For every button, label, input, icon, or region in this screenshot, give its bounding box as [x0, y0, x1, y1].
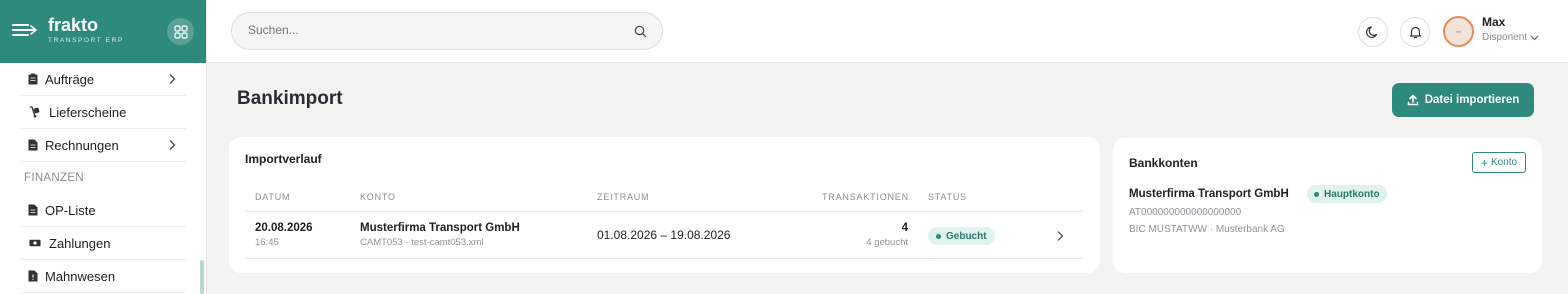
column-header-zeitraum: ZEITRAUM: [597, 192, 650, 202]
search-box: [231, 12, 663, 50]
status-badge-label: Gebucht: [946, 230, 987, 242]
sidebar-item-label: Lieferscheine: [49, 104, 127, 120]
dark-mode-button[interactable]: [1358, 17, 1388, 47]
row-date: 20.08.2026: [255, 222, 313, 234]
sidebar-item-rechnungen[interactable]: Rechnungen: [20, 129, 186, 162]
money-icon: [29, 237, 41, 249]
import-file-label: Datei importieren: [1424, 94, 1520, 106]
row-transactions: 4: [901, 222, 908, 234]
sidebar-nav: Aufträge Lieferscheine Rechnungen FINANZ…: [20, 63, 186, 293]
sidebar-item-label: OP-Liste: [45, 202, 96, 218]
column-header-status: STATUS: [928, 192, 967, 202]
sidebar-item-zahlungen[interactable]: Zahlungen: [20, 227, 186, 260]
chevron-down-icon: [1530, 35, 1539, 40]
table-row-divider: [245, 258, 1083, 259]
clipboard-icon: [27, 73, 39, 85]
chevron-right-icon[interactable]: [1056, 230, 1064, 242]
sidebar-item-label: Aufträge: [45, 71, 95, 87]
chevron-right-icon: [169, 74, 176, 84]
sidebar-item-mahnwesen[interactable]: Mahnwesen: [20, 260, 186, 293]
row-period: 01.08.2026 – 19.08.2026: [597, 228, 731, 242]
search-icon[interactable]: [634, 25, 647, 38]
sidebar-scrollbar[interactable]: [200, 260, 204, 294]
plus-icon: +: [1480, 155, 1488, 170]
account-iban: AT000000000000000000: [1129, 207, 1242, 218]
bell-icon: [1409, 26, 1421, 39]
account-name: Musterfirma Transport GmbH: [1129, 188, 1289, 200]
page-title: Bankimport: [237, 88, 343, 109]
bank-accounts-title: Bankkonten: [1129, 156, 1198, 170]
moon-icon: [1366, 26, 1378, 38]
upload-icon: [1407, 94, 1419, 106]
main-account-badge-label: Hauptkonto: [1324, 188, 1380, 200]
brand-subtitle: TRANSPORT ERP: [48, 37, 124, 44]
sidebar-section-finanzen: FINANZEN: [24, 172, 84, 184]
sidebar-item-lieferscheine[interactable]: Lieferscheine: [20, 96, 186, 129]
status-dot-icon: [936, 233, 941, 239]
document-icon: [27, 139, 39, 151]
status-badge: Gebucht: [928, 227, 995, 245]
brand-header: frakto TRANSPORT ERP: [0, 0, 206, 63]
main-account-badge: Hauptkonto: [1307, 185, 1387, 203]
import-history-card: Importverlauf DATUM KONTO ZEITRAUM TRANS…: [229, 137, 1100, 273]
notifications-button[interactable]: [1400, 17, 1430, 47]
apps-grid-button[interactable]: [167, 18, 194, 45]
add-account-label: Konto: [1490, 157, 1518, 168]
sidebar-item-op-liste[interactable]: OP-Liste: [20, 194, 186, 227]
user-name[interactable]: Max: [1482, 15, 1505, 29]
avatar-placeholder-icon: ●●: [1456, 29, 1461, 34]
row-time: 16:45: [255, 237, 279, 248]
row-account: Musterfirma Transport GmbH: [360, 222, 520, 234]
user-role-label: Disponent: [1482, 32, 1528, 43]
sidebar-item-label: Zahlungen: [49, 235, 111, 251]
bank-accounts-card: Bankkonten + Konto Musterfirma Transport…: [1113, 138, 1542, 273]
user-role[interactable]: Disponent: [1482, 32, 1539, 43]
sidebar-item-label: Rechnungen: [45, 137, 119, 153]
apps-grid-icon: [173, 24, 188, 39]
account-bic-bank: BIC MUSTATWW · Musterbank AG: [1129, 224, 1285, 235]
chevron-right-icon: [169, 140, 176, 150]
sidebar: frakto TRANSPORT ERP Aufträge Liefersche…: [0, 0, 207, 294]
dolly-icon: [29, 106, 41, 118]
menu-icon[interactable]: [12, 20, 38, 40]
column-header-konto: KONTO: [360, 192, 396, 202]
column-header-datum: DATUM: [255, 192, 291, 202]
table-header-divider: [245, 211, 1083, 212]
search-input[interactable]: [248, 23, 618, 37]
badge-dot-icon: [1314, 191, 1319, 197]
row-file: CAMT053 · test-camt053.xml: [360, 237, 484, 248]
sidebar-item-label: Mahnwesen: [45, 268, 116, 284]
import-history-title: Importverlauf: [245, 152, 322, 166]
add-account-button[interactable]: + Konto: [1472, 152, 1526, 173]
brand-name: frakto: [48, 15, 99, 35]
import-file-button[interactable]: Datei importieren: [1392, 83, 1534, 117]
row-booked-count: 4 gebucht: [866, 237, 908, 248]
sidebar-item-auftraege[interactable]: Aufträge: [20, 63, 186, 96]
top-bar: ●● Max Disponent: [207, 0, 1568, 63]
warning-document-icon: [27, 270, 39, 282]
document-icon: [27, 204, 39, 216]
avatar[interactable]: ●●: [1443, 16, 1474, 47]
column-header-transaktionen: TRANSAKTIONEN: [822, 192, 909, 202]
